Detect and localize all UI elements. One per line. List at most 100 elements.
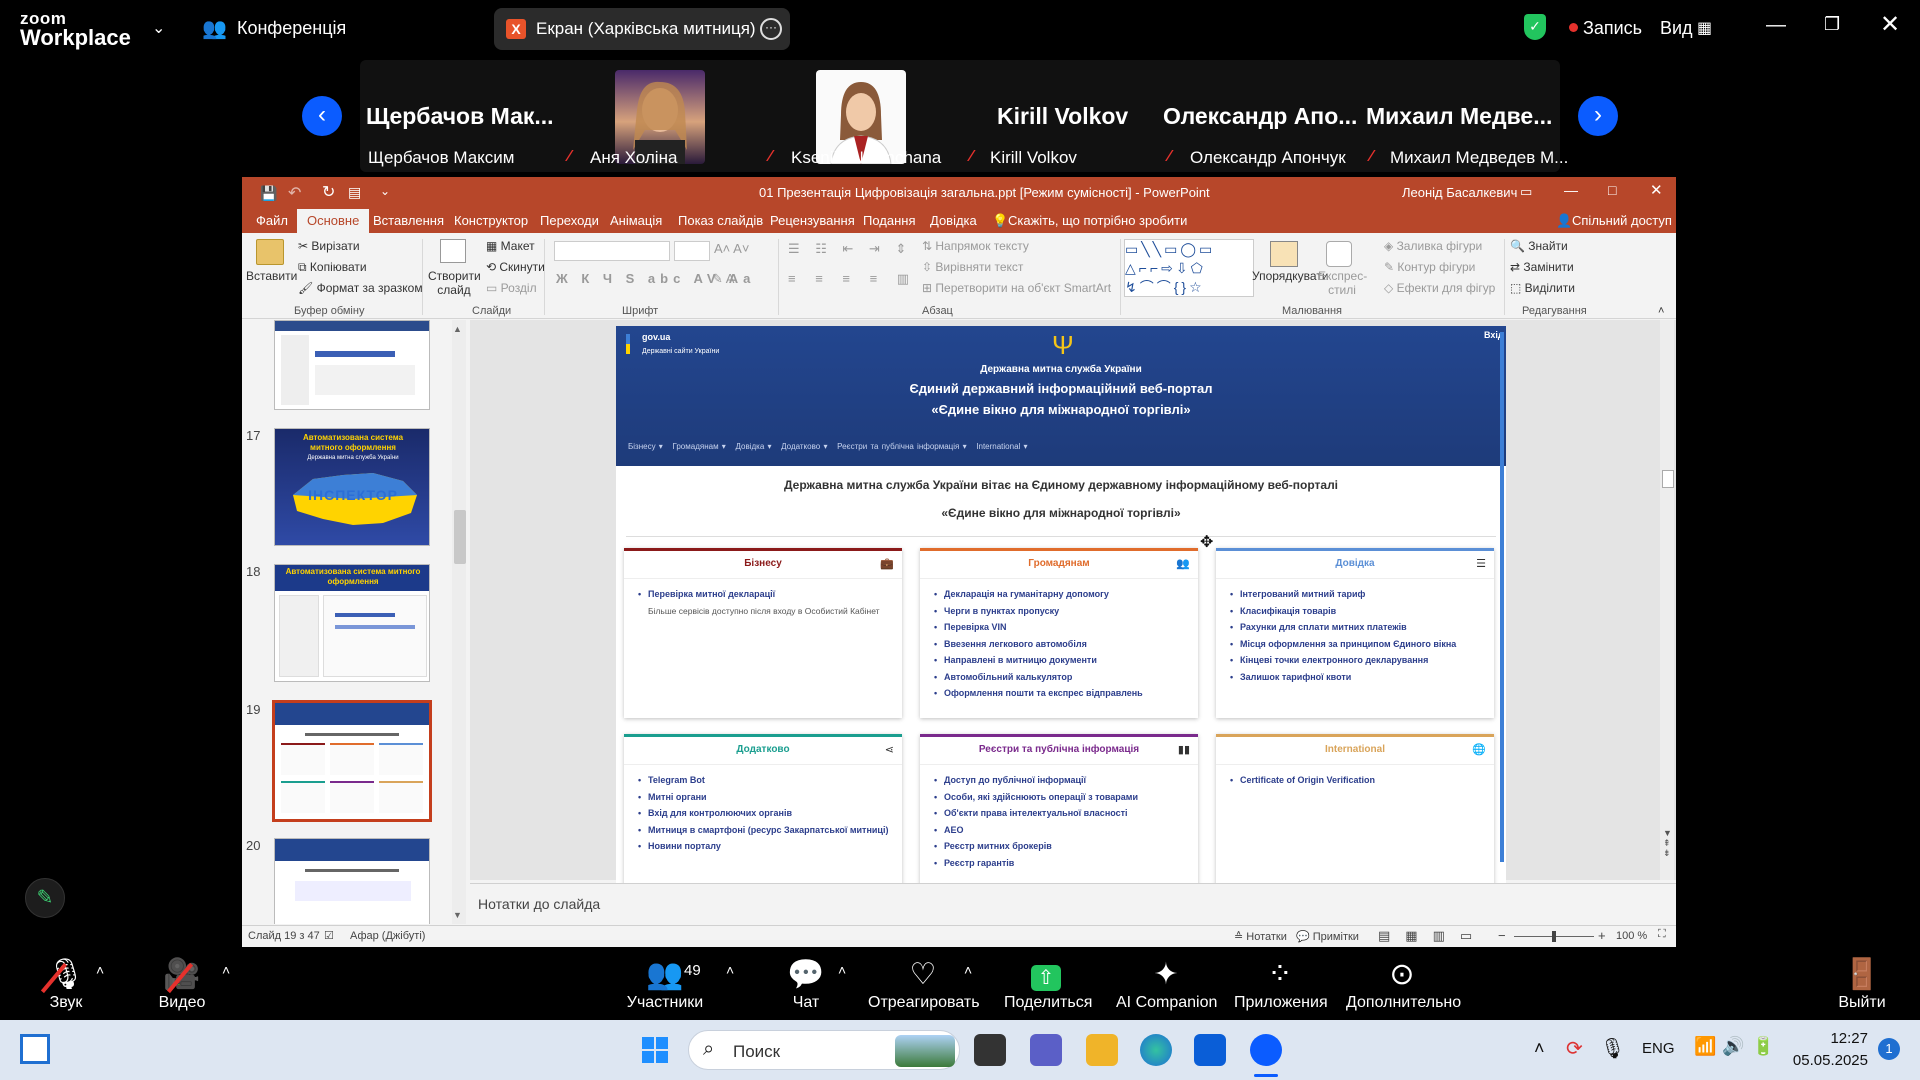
react-button[interactable]: ♡ Отреагировать [868,956,980,1012]
card-link[interactable]: Telegram Bot [638,775,902,785]
qat-more-icon[interactable]: ⌄ [380,184,390,198]
shape-outline-button[interactable]: ✎ Контур фігури [1384,260,1475,274]
chat-button[interactable]: 💬 Чат [786,956,826,1012]
strip-next-button[interactable]: › [1578,96,1618,136]
notes-pane[interactable]: Нотатки до слайда [470,883,1676,925]
ppt-user-name[interactable]: Леонід Басалкевич [1402,185,1517,200]
font-name-input[interactable] [554,241,670,261]
volume-icon[interactable]: 🔊 [1722,1036,1744,1057]
prev-next-slide-icon[interactable]: ▼ ⇞ ⇟ [1663,828,1672,858]
editor-scrollbar-thumb[interactable] [1662,470,1674,488]
card-link[interactable]: Новини порталу [638,841,902,851]
card-link[interactable]: AEO [934,825,1198,835]
teams-icon[interactable] [1030,1034,1062,1066]
tab-view[interactable]: Подання [863,213,916,228]
leave-button[interactable]: 🚪 Выйти [1838,956,1886,1012]
zoom-in-icon[interactable]: + [1598,928,1606,943]
new-slide-button[interactable]: Створити слайд [428,269,481,297]
find-button[interactable]: 🔍 Знайти [1510,239,1568,253]
strip-prev-button[interactable]: ‹ [302,96,342,136]
layout-button[interactable]: ▦ Макет [486,239,535,253]
ppt-close-icon[interactable]: ✕ [1650,181,1663,199]
align-text-button[interactable]: ⇳ Вирівняти текст [922,260,1023,274]
smartart-button[interactable]: ⊞ Перетворити на об'єкт SmartArt [922,281,1111,295]
tab-design[interactable]: Конструктор [454,213,528,228]
card-link[interactable]: Реєстр гарантів [934,858,1198,868]
portal-nav-item[interactable]: International [976,442,1020,451]
shape-effects-button[interactable]: ◇ Ефекти для фігур [1384,281,1495,295]
status-notes-button[interactable]: ≙ Нотатки [1234,930,1287,943]
shapes-gallery[interactable]: ▭╲╲▭◯▭ △⌐⌐⇨⇩⬠ ↯⌒⌒{}☆ [1124,239,1254,297]
ai-companion-button[interactable]: ✦ AI Companion [1116,956,1217,1012]
share-screen-button[interactable]: ⇧ Поделиться [1004,956,1092,1012]
align-buttons[interactable]: ≡ ≡ ≡ ≡ ▥ [788,271,917,287]
card-link[interactable]: Кінцеві точки електронного декларування [1230,655,1494,665]
slide-thumbnail-18[interactable]: Автоматизована система митного оформленн… [274,564,430,682]
scroll-up-icon[interactable]: ▲ [453,324,462,334]
card-link[interactable]: Рахунки для сплати митних платежів [1230,622,1494,632]
tab-review[interactable]: Рецензування [770,213,855,228]
card-link[interactable]: Направлені в митницю документи [934,655,1198,665]
tab-animation[interactable]: Анімація [610,213,662,228]
restore-icon[interactable]: ❐ [1824,14,1840,35]
clock-time[interactable]: 12:27 [1806,1030,1868,1047]
save-icon[interactable]: 💾 [260,185,277,202]
tray-expand-icon[interactable]: ˄ [1534,1038,1545,1059]
tab-file[interactable]: Файл [256,213,288,228]
tab-slideshow[interactable]: Показ слайдів [678,213,763,228]
slide-canvas[interactable]: gov.ua Державні сайти України Вхід Ψ Дер… [616,326,1506,884]
chevron-down-icon[interactable]: ⌄ [152,18,165,38]
card-link[interactable]: Автомобільний калькулятор [934,672,1198,682]
select-button[interactable]: ⬚ Виділити [1510,281,1575,295]
portal-nav-item[interactable]: Громадянам [672,442,718,451]
format-painter-button[interactable]: 🖌 Формат за зразком [298,281,423,295]
zoom-app-icon[interactable] [1250,1034,1282,1066]
editor-scrollbar[interactable] [1660,320,1674,880]
slide-thumbnail-20[interactable] [274,838,430,924]
react-options-chevron-icon[interactable]: ˄ [964,962,972,978]
zoom-slider-thumb[interactable] [1552,931,1556,942]
portal-nav-item[interactable]: Бізнесу [628,442,656,451]
taskbar-search-box[interactable]: ⌕ Поиск [688,1030,960,1070]
shape-fill-button[interactable]: ◈ Заливка фігури [1384,239,1482,253]
ribbon-display-icon[interactable]: ▭ [1520,184,1532,200]
view-label[interactable]: Вид [1660,18,1693,39]
undo-icon[interactable]: ↶ [288,183,301,203]
gov-logo[interactable]: gov.ua [642,332,670,342]
portal-nav-item[interactable]: Додатково [781,442,820,451]
record-label[interactable]: Запись [1583,18,1642,39]
apps-button[interactable]: ⁘ Приложения [1234,956,1328,1012]
spellcheck-icon[interactable]: ☑ [324,929,334,942]
card-link[interactable]: Митниця в смартфоні (ресурс Закарпатсько… [638,825,902,835]
view-mode-buttons[interactable]: ▤▦▥▭ [1378,928,1487,944]
minimize-icon[interactable]: — [1766,14,1786,37]
card-link[interactable]: Декларація на гуманітарну допомогу [934,589,1198,599]
tell-me-box[interactable]: Скажіть, що потрібно зробити [1008,213,1187,228]
notification-badge[interactable]: 1 [1878,1038,1900,1060]
font-size-input[interactable] [674,241,710,261]
video-button[interactable]: 🎥Видео [156,956,208,1012]
redo-icon[interactable]: ↻ [322,182,335,202]
annotate-pen-icon[interactable]: ✎ [25,878,65,918]
meeting-label[interactable]: Конференція [237,18,346,39]
status-language[interactable]: Афар (Джібуті) [350,930,425,942]
close-icon[interactable]: ✕ [1880,10,1900,39]
ppt-maximize-icon[interactable]: □ [1608,182,1616,198]
card-link[interactable]: Об'єкти права інтелектуальної власності [934,808,1198,818]
card-link[interactable]: Особи, які здійснюють операції з товарам… [934,792,1198,802]
file-explorer-icon[interactable] [1086,1034,1118,1066]
microphone-icon[interactable]: 🎙 [1600,1036,1625,1061]
card-link[interactable]: Митні органи [638,792,902,802]
status-zoom[interactable]: 100 % [1616,930,1647,942]
font-grow-shrink-icon[interactable]: A˄ A˅ [714,241,749,256]
card-link[interactable]: Вхід для контролюючих органів [638,808,902,818]
font-color-icon[interactable]: ✎ A [712,271,734,287]
card-link[interactable]: Класифікація товарів [1230,606,1494,616]
tab-home[interactable]: Основне [297,209,370,233]
paste-button[interactable]: Вставити [246,269,297,283]
security-shield-icon[interactable]: ✓ [1524,14,1546,40]
store-icon[interactable] [1194,1034,1226,1066]
card-link[interactable]: Оформлення пошти та експрес відправлень [934,688,1198,698]
widgets-icon[interactable] [20,1034,50,1064]
reset-button[interactable]: ⟲ Скинути [486,260,545,274]
